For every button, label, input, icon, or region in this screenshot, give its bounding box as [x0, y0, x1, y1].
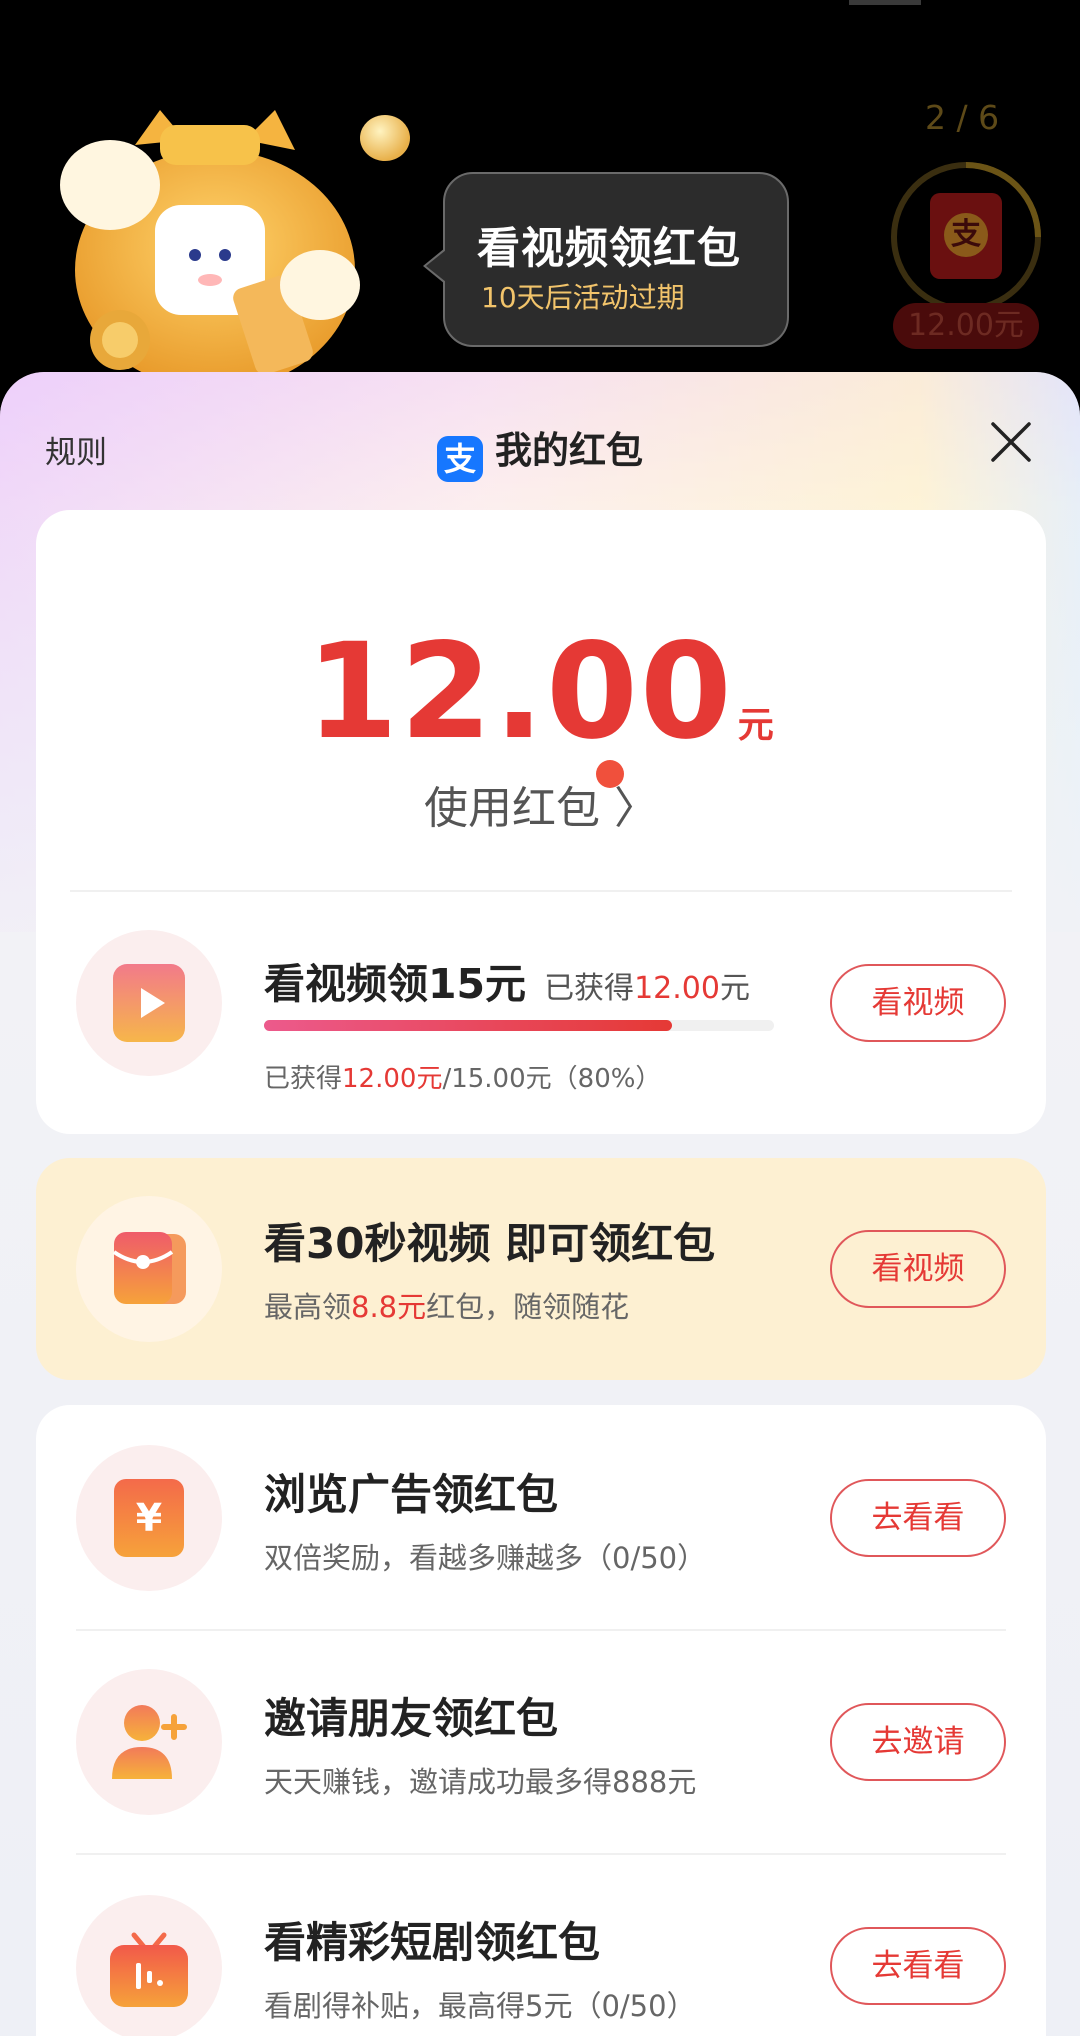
sheet-title-text: 我的红包	[495, 429, 643, 472]
video-task-progress-bar	[264, 1020, 774, 1031]
promo-amount-pill: 12.00元	[893, 303, 1039, 349]
short-video-sub-prefix: 最高领	[264, 1290, 352, 1324]
browse-ads-button[interactable]: 去看看	[830, 1479, 1006, 1557]
lucky-cat-mascot-icon	[60, 110, 360, 380]
short-video-sub-suffix: 红包，随领随花	[426, 1290, 630, 1324]
red-envelope-icon[interactable]: 支	[930, 193, 1002, 279]
notification-dot	[596, 760, 624, 788]
video-task-earned-label: 已获得	[544, 971, 635, 1006]
promo-progress-count: 2 / 6	[925, 98, 1000, 137]
gold-coin-icon	[360, 115, 410, 161]
balance-unit: 元	[737, 705, 776, 746]
short-video-sub-value: 8.8元	[351, 1290, 427, 1324]
browse-ads-subtitle: 双倍奖励，看越多赚越多（0/50）	[264, 1541, 707, 1575]
promo-bubble-subtitle: 10天后活动过期	[481, 281, 685, 314]
promo-bubble-title: 看视频领红包	[477, 224, 741, 274]
divider	[76, 1853, 1006, 1855]
balance-value: 12.00	[306, 615, 734, 769]
watch-short-video-button[interactable]: 看视频	[830, 1230, 1006, 1308]
yuan-card-icon: ¥	[114, 1479, 184, 1557]
play-video-icon	[113, 964, 185, 1042]
close-icon[interactable]	[985, 416, 1037, 468]
progress-rest: /15.00元（80%）	[442, 1064, 662, 1094]
invite-friends-button[interactable]: 去邀请	[830, 1703, 1006, 1781]
short-drama-subtitle: 看剧得补贴，最高得5元（0/50）	[264, 1989, 696, 2023]
svg-text:¥: ¥	[136, 1496, 162, 1540]
alipay-logo-icon: 支	[437, 436, 483, 482]
red-packet-sheet: 规则 支我的红包 12.00 元 使用红包 〉 看视频领15元 已获得12.00元 …	[0, 372, 1080, 2036]
short-drama-icon-bg	[76, 1895, 222, 2036]
short-video-icon-bg	[76, 1196, 222, 1342]
invite-friends-icon-bg	[76, 1669, 222, 1815]
video-task-earned-value: 12.00	[634, 971, 720, 1006]
drag-indicator	[849, 0, 921, 5]
video-task-title: 看视频领15元 已获得12.00元	[264, 950, 750, 1010]
short-drama-button[interactable]: 去看看	[830, 1927, 1006, 2005]
video-task-icon-bg	[76, 930, 222, 1076]
progress-value: 12.00元	[342, 1064, 443, 1094]
browse-ads-icon-bg: ¥	[76, 1445, 222, 1591]
video-task-title-text: 看视频领15元	[264, 960, 527, 1008]
invite-friends-subtitle: 天天赚钱，邀请成功最多得888元	[264, 1765, 697, 1799]
promo-backdrop: 看视频领红包 10天后活动过期 2 / 6 支 12.00元	[0, 0, 1080, 380]
task-list-card: ¥ 浏览广告领红包 双倍奖励，看越多赚越多（0/50） 去看看 邀请朋友领红包 …	[36, 1405, 1046, 2036]
watch-video-button[interactable]: 看视频	[830, 964, 1006, 1042]
balance-card: 12.00 元 使用红包 〉 看视频领15元 已获得12.00元 已获得12.00元…	[36, 510, 1046, 1134]
short-video-subtitle: 最高领8.8元红包，随领随花	[264, 1284, 629, 1326]
balance-amount: 12.00 元	[36, 615, 1046, 769]
invite-friends-title: 邀请朋友领红包	[264, 1694, 559, 1743]
promo-bubble: 看视频领红包 10天后活动过期	[423, 172, 789, 347]
red-envelope-glyph: 支	[944, 213, 988, 257]
browse-ads-title: 浏览广告领红包	[264, 1470, 559, 1519]
short-drama-title: 看精彩短剧领红包	[264, 1918, 601, 1967]
progress-prefix: 已获得	[264, 1064, 343, 1094]
video-task-earned-unit: 元	[719, 971, 750, 1006]
sheet-title: 支我的红包	[0, 420, 1080, 482]
divider	[76, 1629, 1006, 1631]
use-red-packet-link[interactable]: 使用红包 〉	[36, 772, 1046, 836]
tv-icon	[110, 1932, 188, 2007]
short-video-title: 看30秒视频 即可领红包	[264, 1219, 716, 1268]
video-task-progress-text: 已获得12.00元/15.00元（80%）	[264, 1058, 661, 1095]
short-video-card: 看30秒视频 即可领红包 最高领8.8元红包，随领随花 看视频	[36, 1158, 1046, 1380]
red-packet-icon	[112, 1232, 186, 1304]
video-task-progress-fill	[264, 1020, 672, 1031]
add-friend-icon	[112, 1705, 187, 1779]
divider	[70, 890, 1012, 892]
